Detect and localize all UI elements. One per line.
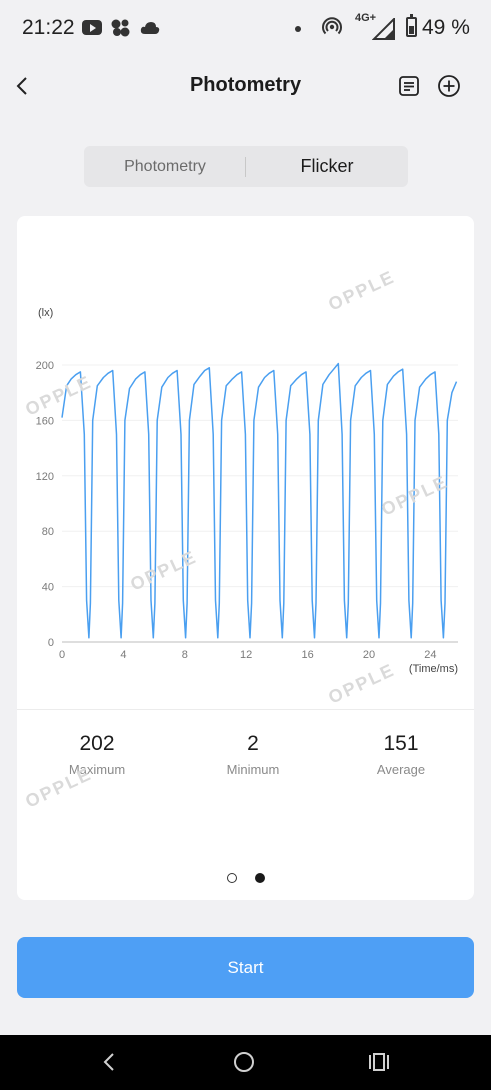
battery-percent: 49 % — [422, 16, 470, 39]
add-circle-icon[interactable] — [437, 74, 461, 98]
nav-home-icon[interactable] — [234, 1052, 254, 1072]
tab-flicker[interactable]: Flicker — [246, 146, 408, 187]
tab-photometry[interactable]: Photometry — [84, 146, 246, 187]
watermark: OPPLE — [325, 266, 398, 314]
watermark: OPPLE — [378, 471, 451, 519]
flicker-card: 0 40 80 120 160 200 0 4 8 12 16 20 24 (lx) (Time/ms) 2… — [17, 216, 474, 900]
watermark-layer: OPPLE OPPLE OPPLE OPPLE OPPLE OPPLE — [22, 266, 451, 811]
nav-back-icon[interactable] — [100, 1052, 120, 1072]
watermark: OPPLE — [325, 659, 398, 707]
start-button[interactable]: Start — [17, 937, 474, 998]
page-indicator-dot[interactable] — [227, 873, 237, 883]
records-list-icon[interactable] — [398, 75, 420, 97]
hotspot-icon — [322, 17, 342, 35]
watermark: OPPLE — [22, 763, 95, 811]
page-indicator-dot-active[interactable] — [255, 873, 265, 883]
watermark: OPPLE — [22, 371, 95, 419]
watermark: OPPLE — [127, 546, 200, 594]
battery-icon — [406, 14, 417, 37]
nav-recents-icon[interactable] — [368, 1052, 390, 1072]
signal-icon — [372, 18, 395, 40]
status-time: 21:22 — [22, 16, 75, 39]
app-notification-icon — [111, 19, 130, 37]
cloud-icon — [140, 22, 160, 34]
notification-dot-icon — [295, 26, 301, 32]
system-nav-bar — [0, 1035, 491, 1090]
status-bar: 21:22 4G+ 49 % — [0, 0, 491, 56]
youtube-icon — [82, 20, 102, 35]
mode-segmented-control: Photometry Flicker — [84, 146, 408, 187]
